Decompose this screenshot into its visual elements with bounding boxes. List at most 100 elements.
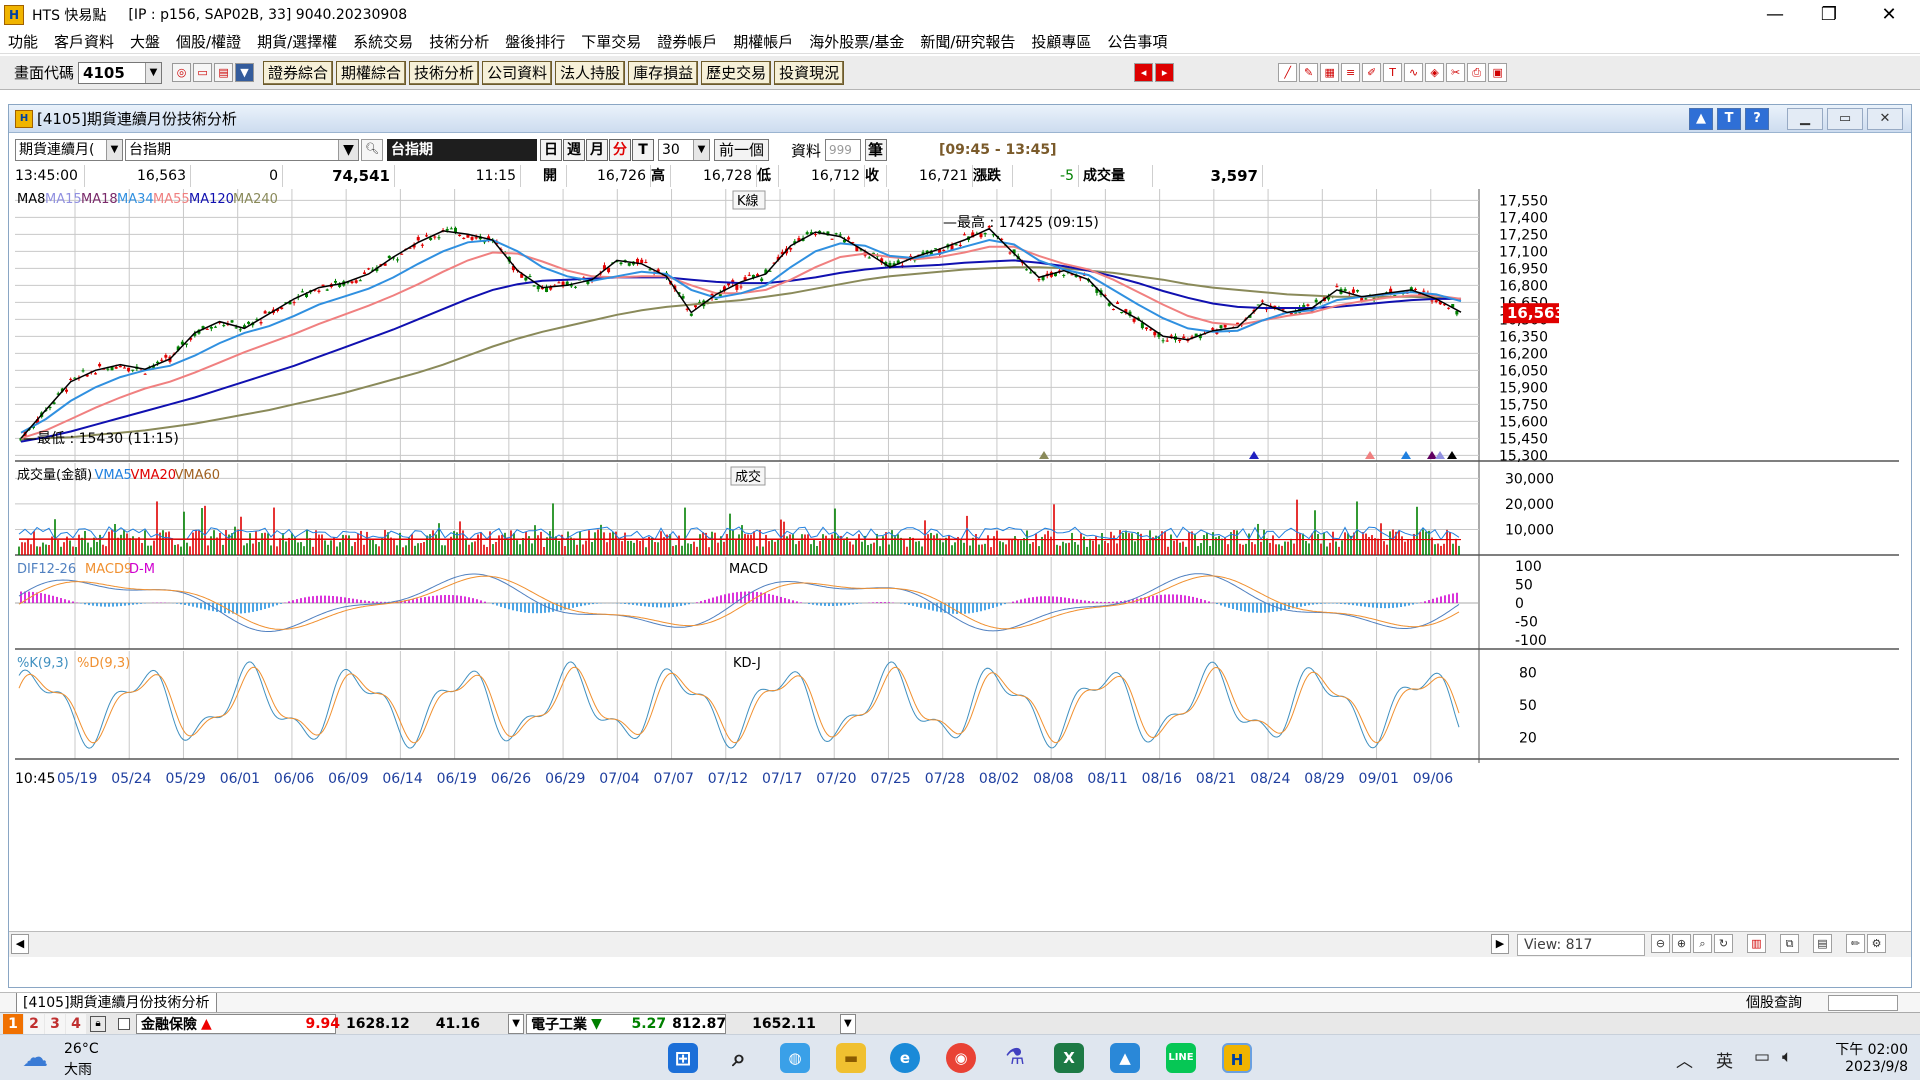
search-icon[interactable]: ◎ [172,63,192,82]
zoom-in-icon[interactable]: ⊕ [1672,934,1691,953]
chevron-down-icon[interactable]: ▼ [839,1013,856,1034]
stock-query-input[interactable] [1828,995,1898,1011]
zoom-out-icon[interactable]: ⊖ [1651,934,1670,953]
pen-icon[interactable]: ✎ [1299,63,1319,82]
lock-icon[interactable]: 🔒︎ [90,1015,106,1032]
photos-icon[interactable]: ▲ [1110,1043,1140,1073]
start-icon[interactable]: ⊞ [668,1043,698,1073]
toolbar-button[interactable]: 公司資料 [482,60,553,85]
settings-icon[interactable]: ⚙ [1867,934,1886,953]
toolbar-button[interactable]: 歷史交易 [701,60,772,85]
unit-button[interactable]: 筆 [865,139,888,161]
print-icon[interactable]: ⎙ [1467,63,1487,82]
refresh-icon[interactable]: ↻ [1714,934,1733,953]
inner-minimize-button[interactable]: ▁ [1787,108,1823,130]
help-icon[interactable]: ? [1745,108,1769,130]
period-button[interactable]: 週 [563,139,585,161]
text-icon[interactable]: T [1383,63,1403,82]
alert-icon[interactable]: ◈ [1425,63,1445,82]
inner-close-button[interactable]: ✕ [1867,108,1903,130]
chevron-down-icon[interactable]: ▼ [508,1013,525,1034]
menu-item[interactable]: 期權帳戶 [725,31,801,52]
scroll-right-icon[interactable]: ▶ [1491,934,1509,954]
toolbar-button[interactable]: 證券綜合 [263,60,334,85]
dropdown-menu-icon[interactable]: ▼ [235,63,255,82]
maximize-button[interactable]: ❐ [1800,0,1858,30]
toolbar-button[interactable]: 法人持股 [555,60,626,85]
symbol-input[interactable]: 台指期 ▼ [125,139,359,161]
menu-item[interactable]: 大盤 [122,31,168,52]
text-mode-icon[interactable]: T [1717,108,1741,130]
tools-icon[interactable]: ✂ [1446,63,1466,82]
chart-draw-icon[interactable]: ∿ [1404,63,1424,82]
copy-icon[interactable]: ⧉ [1780,934,1799,953]
chevron-down-icon[interactable]: ▼ [338,140,358,160]
back-icon[interactable]: ◂ [1134,63,1154,82]
menu-item[interactable]: 期貨/選擇權 [249,31,345,52]
prev-button[interactable]: 前一個 [714,139,770,161]
list-icon[interactable]: ≡ [1341,63,1361,82]
search-icon[interactable]: 🔍︎ [361,139,383,161]
volume-icon[interactable]: 🔈︎ [1782,1047,1792,1067]
menu-item[interactable]: 系統交易 [345,31,421,52]
data-count-input[interactable]: 999 [825,139,862,161]
forward-icon[interactable]: ▸ [1155,63,1175,82]
period-button[interactable]: 月 [586,139,608,161]
menu-item[interactable]: 功能 [0,31,46,52]
chevron-down-icon[interactable]: ▼ [145,62,162,83]
window-icon[interactable]: ▭ [193,63,213,82]
menu-item[interactable]: 個股/權證 [168,31,249,52]
toolbar-button[interactable]: 投資現況 [774,60,845,85]
table-icon[interactable]: ▤ [1813,934,1832,953]
ticker-tab[interactable]: 3 [45,1013,65,1034]
menu-item[interactable]: 客戶資料 [46,31,122,52]
chart-scrollbar[interactable]: ◀ ▶ View: 817 ⊖ ⊕ ⌕ ↻ ▥ ⧉ ▤ ✏ ⚙ [9,931,1911,957]
weather-icon[interactable]: ☁ [22,1043,48,1073]
inner-restore-button[interactable]: ▭ [1827,108,1863,130]
ticker-tab[interactable]: 1 [3,1013,23,1034]
menu-item[interactable]: 證券帳戶 [649,31,725,52]
magnify-icon[interactable]: ⌕ [1693,934,1712,953]
chevron-up-icon[interactable]: ︿ [1676,1047,1693,1072]
menu-item[interactable]: 公告事項 [1099,31,1175,52]
chevron-down-icon[interactable]: ▼ [693,140,709,160]
menu-item[interactable]: 新聞/研究報告 [912,31,1023,52]
arrow-up-icon[interactable]: ▲ [1689,108,1713,130]
tab-tech-analysis[interactable]: [4105]期貨連續月份技術分析 [16,993,217,1013]
toolbar-button[interactable]: 期權綜合 [336,60,407,85]
widgets-icon[interactable]: ◍ [780,1043,810,1073]
excel-icon[interactable]: X [1054,1043,1084,1073]
hts-app-icon[interactable]: H [1222,1043,1252,1073]
line-icon[interactable]: LINE [1166,1043,1196,1073]
flask-icon[interactable]: ⚗ [1000,1043,1030,1073]
edge-icon[interactable]: e [890,1043,920,1073]
toolbar-button[interactable]: 庫存損益 [628,60,699,85]
period-button[interactable]: 日 [540,139,562,161]
search-icon[interactable]: ⌕ [724,1043,754,1073]
menu-item[interactable]: 技術分析 [421,31,497,52]
close-button[interactable]: ✕ [1860,0,1918,30]
menu-item[interactable]: 下單交易 [573,31,649,52]
scroll-left-icon[interactable]: ◀ [11,934,29,954]
period-button[interactable]: T [632,139,654,161]
ticker-tab[interactable]: 4 [66,1013,86,1034]
network-icon[interactable]: ▭ [1754,1047,1770,1067]
minutes-select[interactable]: 30 ▼ [658,139,710,161]
edit-icon[interactable]: ✐ [1362,63,1382,82]
pencil-icon[interactable]: ✏ [1846,934,1865,953]
menu-item[interactable]: 盤後排行 [497,31,573,52]
chrome-icon[interactable]: ◉ [946,1043,976,1073]
screen-code-input[interactable]: 4105 ▼ [78,61,163,84]
ticker-tab[interactable]: 2 [24,1013,44,1034]
draw-line-icon[interactable]: ╱ [1278,63,1298,82]
grid-icon[interactable]: ▦ [1320,63,1340,82]
technical-chart[interactable]: 17,55017,40017,25017,10016,95016,80016,6… [9,189,1911,929]
ticker-checkbox[interactable] [118,1017,130,1030]
layout-icon[interactable]: ▣ [1488,63,1508,82]
chart-icon[interactable]: ▤ [214,63,234,82]
minimize-button[interactable]: — [1746,0,1804,30]
ime-indicator[interactable]: 英 [1716,1047,1733,1072]
period-button[interactable]: 分 [609,139,631,161]
menu-item[interactable]: 海外股票/基金 [801,31,912,52]
folder-icon[interactable]: ▬ [836,1043,866,1073]
